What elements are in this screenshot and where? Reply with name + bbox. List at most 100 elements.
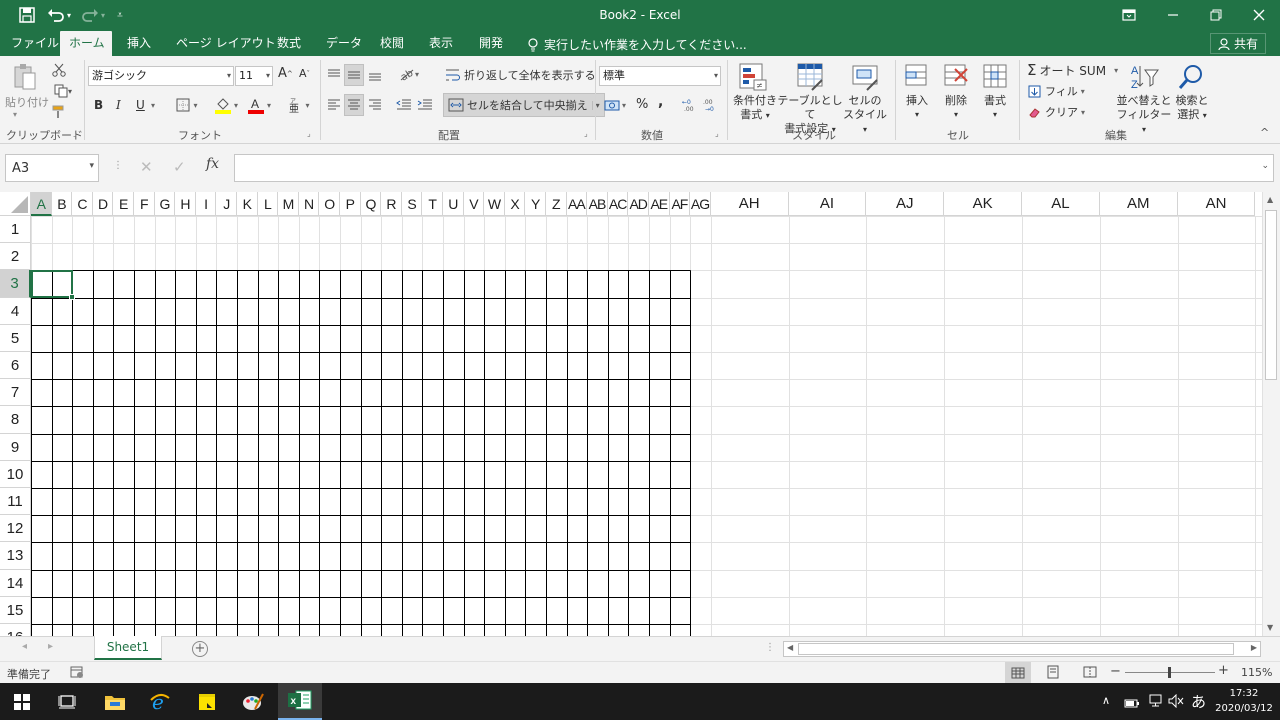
previous-sheet-icon[interactable]: ◂ <box>22 641 27 652</box>
formula-bar-splitter[interactable]: ⋮ <box>113 160 123 171</box>
clear-button[interactable]: クリア ▾ <box>1028 104 1085 120</box>
file-explorer-icon[interactable] <box>100 687 130 717</box>
accounting-format-icon[interactable]: ▾ <box>600 96 630 114</box>
zoom-level[interactable]: 115% <box>1241 666 1272 679</box>
comma-style-button[interactable]: , <box>658 94 663 110</box>
decrease-decimal-icon[interactable]: .00 →0 <box>702 96 722 114</box>
name-box[interactable]: A3 ▾ <box>5 154 99 182</box>
clipboard-launcher-icon[interactable]: ⌟ <box>73 129 77 138</box>
zoom-in-icon[interactable]: + <box>1218 663 1229 678</box>
scroll-up-icon[interactable]: ▲ <box>1267 195 1273 204</box>
wrap-text-button[interactable]: 折り返して全体を表示する <box>445 67 596 83</box>
share-button[interactable]: 共有 <box>1210 33 1266 54</box>
formula-input[interactable]: ⌄ <box>234 154 1274 182</box>
format-painter-icon[interactable] <box>50 103 68 121</box>
tab-formulas[interactable]: 数式 <box>268 31 310 56</box>
volume-muted-icon[interactable] <box>1168 693 1184 712</box>
format-cells-button[interactable]: 書式 ▾ <box>978 94 1012 122</box>
tab-data[interactable]: データ <box>317 31 371 56</box>
insert-cells-icon[interactable] <box>903 61 931 91</box>
conditional-formatting-button[interactable]: 条件付き 書式 ▾ <box>731 94 779 123</box>
percent-style-button[interactable]: % <box>636 97 648 112</box>
cell-styles-icon[interactable] <box>850 61 882 93</box>
restore-icon[interactable] <box>1203 4 1229 26</box>
tab-view[interactable]: 表示 <box>420 31 462 56</box>
font-name-combo[interactable]: 游ゴシック ▾ <box>88 66 234 86</box>
copy-icon[interactable]: ▾ <box>50 82 76 100</box>
find-select-icon[interactable] <box>1176 61 1206 93</box>
battery-icon[interactable] <box>1124 694 1140 713</box>
new-sheet-icon[interactable]: + <box>192 641 208 657</box>
save-icon[interactable] <box>14 4 40 26</box>
alignment-launcher-icon[interactable]: ⌟ <box>584 129 588 138</box>
scroll-right-icon[interactable]: ▶ <box>1251 643 1257 652</box>
ribbon-display-options-icon[interactable] <box>1116 4 1142 26</box>
font-color-icon[interactable]: A ▾ <box>243 94 275 116</box>
zoom-out-icon[interactable]: − <box>1110 664 1121 679</box>
underline-button[interactable]: U <box>136 98 145 112</box>
vertical-scrollbar[interactable]: ▲ ▼ <box>1262 192 1280 636</box>
paste-icon[interactable] <box>10 62 40 92</box>
italic-button[interactable]: I <box>116 98 121 112</box>
bold-button[interactable]: B <box>94 98 103 112</box>
page-layout-view-icon[interactable] <box>1046 665 1060 682</box>
format-cells-icon[interactable] <box>981 61 1009 91</box>
delete-cells-icon[interactable] <box>942 61 970 91</box>
collapse-ribbon-icon[interactable]: ^ <box>1260 126 1269 139</box>
merge-center-button[interactable]: セルを結合して中央揃え ▾ <box>443 93 605 117</box>
sticky-notes-icon[interactable] <box>192 687 222 717</box>
decrease-font-size-icon[interactable]: Aˇ <box>299 67 310 80</box>
windows-start-icon[interactable] <box>7 687 37 717</box>
scroll-left-icon[interactable]: ◀ <box>787 643 793 652</box>
borders-icon[interactable]: ▾ <box>172 96 202 114</box>
cut-icon[interactable] <box>50 61 68 79</box>
number-format-combo[interactable]: 標準 ▾ <box>599 66 721 86</box>
cancel-entry-icon[interactable]: ✕ <box>140 158 153 176</box>
redo-icon[interactable]: ▾ <box>78 4 108 26</box>
show-hidden-icons-icon[interactable]: ∧ <box>1102 694 1110 707</box>
horizontal-scroll-thumb[interactable] <box>798 643 1234 655</box>
worksheet-grid[interactable]: A B C D E F G H I J K L M N O P Q R S T U V W X Y Z AA AB AC AD AE AF AG… <box>0 192 1280 636</box>
middle-align-icon[interactable] <box>344 64 364 86</box>
conditional-formatting-icon[interactable]: ≠ <box>737 61 769 93</box>
paste-dropdown-icon[interactable]: ▾ <box>13 110 17 119</box>
horizontal-scrollbar[interactable]: ◀ ▶ <box>783 641 1261 657</box>
increase-font-size-icon[interactable]: A ^ <box>278 66 293 81</box>
fill-handle[interactable] <box>69 294 75 300</box>
tab-page-layout[interactable]: ページ レイアウト <box>167 31 285 56</box>
scroll-down-icon[interactable]: ▼ <box>1267 623 1273 632</box>
network-icon[interactable] <box>1147 693 1163 712</box>
orientation-icon[interactable]: ab ▾ <box>394 64 424 84</box>
undo-icon[interactable]: ▾ <box>44 4 74 26</box>
vertical-scroll-thumb[interactable] <box>1265 210 1277 380</box>
task-view-icon[interactable] <box>52 687 82 717</box>
align-right-icon[interactable] <box>366 96 384 114</box>
increase-decimal-icon[interactable]: ←0.00 <box>681 96 701 114</box>
tab-insert[interactable]: 挿入 <box>118 31 160 56</box>
align-left-icon[interactable] <box>325 96 343 114</box>
normal-view-icon[interactable] <box>1005 662 1031 683</box>
cell-styles-button[interactable]: セルの スタイル ▾ <box>840 94 890 137</box>
macro-record-icon[interactable] <box>70 665 84 682</box>
next-sheet-icon[interactable]: ▸ <box>48 641 53 652</box>
phonetic-guide-icon[interactable]: ア亜 ▾ <box>284 94 314 116</box>
font-size-combo[interactable]: 11 ▾ <box>235 66 273 86</box>
insert-function-icon[interactable]: fx <box>206 156 219 172</box>
customize-quick-access-icon[interactable]: ⩡ <box>112 4 128 26</box>
insert-cells-button[interactable]: 挿入 ▾ <box>900 94 934 122</box>
number-launcher-icon[interactable]: ⌟ <box>715 129 719 138</box>
close-icon[interactable] <box>1246 4 1272 26</box>
active-cell-cursor[interactable] <box>31 270 75 300</box>
zoom-slider-thumb[interactable] <box>1168 667 1171 678</box>
sheet-tab[interactable]: Sheet1 <box>94 636 162 660</box>
bottom-align-icon[interactable] <box>366 66 384 84</box>
page-break-view-icon[interactable] <box>1083 665 1097 682</box>
align-center-icon[interactable] <box>344 94 364 116</box>
paste-button[interactable]: 貼り付け <box>5 94 49 110</box>
format-as-table-icon[interactable] <box>795 61 827 93</box>
fill-button[interactable]: フィル ▾ <box>1028 83 1085 99</box>
autosum-button[interactable]: Σ オート SUM ▾ <box>1027 61 1118 79</box>
expand-formula-icon[interactable]: ⌄ <box>1261 161 1269 171</box>
paint-icon[interactable] <box>238 687 268 717</box>
ime-indicator[interactable]: あ <box>1191 691 1206 712</box>
